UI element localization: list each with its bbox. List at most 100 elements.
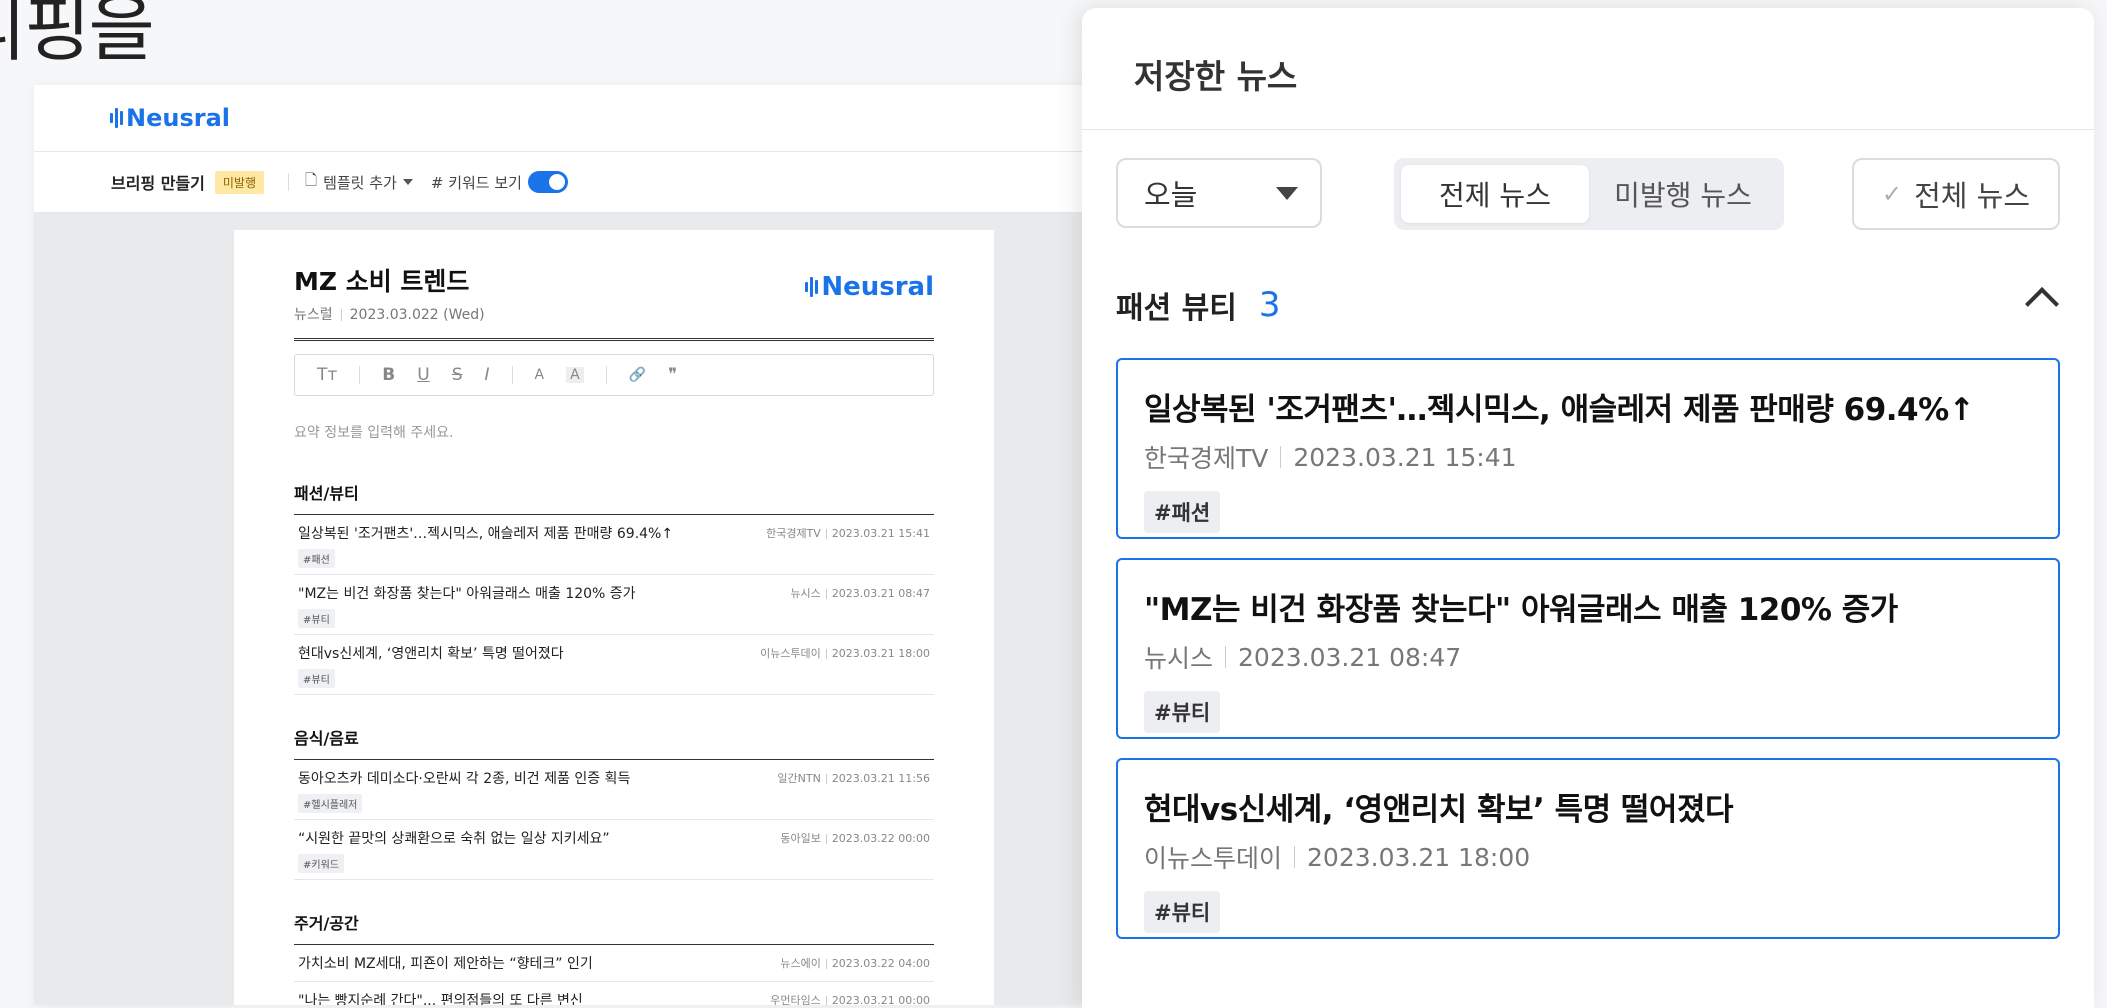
news-meta: 이뉴스투데이 2023.03.21 18:00 (760, 647, 930, 660)
panel-header: 저장한 뉴스 (1082, 8, 2094, 130)
logo-icon (805, 277, 819, 297)
news-title: 가치소비 MZ세대, 피죤이 제안하는 “향테크” 인기 (298, 956, 593, 972)
category-name: 패션 뷰티 (1116, 291, 1237, 326)
section-title-fashion: 패션/뷰티 (294, 480, 934, 515)
news-meta: 뉴스에이 2023.03.22 04:00 (780, 957, 930, 970)
news-meta: 동아일보 2023.03.22 00:00 (780, 832, 930, 845)
text-format-toolbar: Tт B U S I A A 🔗 ❞ (294, 354, 934, 396)
news-source: 뉴시스 (1144, 644, 1214, 673)
section-title-living: 주거/공간 (294, 910, 934, 945)
summary-input[interactable]: 요약 정보를 입력해 주세요. (294, 422, 934, 442)
news-title: 동아오츠카 데미소다·오란씨 각 2종, 비건 제품 인증 획득 (298, 771, 631, 787)
tag-badge: #뷰티 (298, 669, 335, 688)
quote-icon[interactable]: ❞ (668, 365, 677, 385)
select-all-label: 전체 뉴스 (1914, 179, 2031, 213)
document-header: MZ 소비 트렌드 뉴스럴 2023.03.022 (Wed) Neusral (294, 230, 934, 324)
tag-badge: #패션 (298, 549, 335, 568)
keyword-toggle[interactable] (527, 171, 568, 193)
news-source: 한국경제TV (1144, 444, 1269, 473)
chevron-down-icon (402, 179, 413, 185)
news-date: 2023.03.21 15:41 (1293, 442, 1517, 472)
select-all-news-button[interactable]: ✓ 전체 뉴스 (1852, 158, 2060, 230)
news-type-segmented-control: 전제 뉴스 미발행 뉴스 (1394, 158, 1784, 230)
strikethrough-icon[interactable]: S (452, 365, 463, 385)
news-date: 2023.03.21 18:00 (1307, 842, 1531, 872)
briefing-title: 브리핑 만들기 (111, 174, 205, 193)
tag-badge: #키워드 (298, 854, 344, 873)
news-date: 2023.03.21 08:47 (1238, 642, 1462, 672)
list-item[interactable]: "나는 빵지순례 간다"... 편의점들의 또 다른 변신 우먼타임스 2023.… (294, 982, 934, 1005)
app-logo[interactable]: Neusral (110, 104, 230, 132)
document-logo-text: Neusral (821, 272, 934, 302)
font-color-icon[interactable]: A (535, 367, 545, 383)
news-card[interactable]: "MZ는 비건 화장품 찾는다" 아워글래스 매출 120% 증가 뉴시스 202… (1116, 558, 2060, 739)
tag-badge: #헬시플레저 (298, 794, 363, 813)
app-header: Neusral (34, 85, 1144, 152)
segment-unpublished-news[interactable]: 미발행 뉴스 (1589, 165, 1777, 223)
document-title[interactable]: MZ 소비 트렌드 (294, 262, 485, 298)
filter-row: 오늘 전제 뉴스 미발행 뉴스 ✓ 전체 뉴스 (1116, 158, 2060, 230)
logo-text: Neusral (126, 104, 230, 132)
date-filter-select[interactable]: 오늘 (1116, 158, 1322, 228)
news-card-meta: 이뉴스투데이 2023.03.21 18:00 (1144, 839, 2032, 875)
segment-all-news[interactable]: 전제 뉴스 (1401, 165, 1589, 223)
document-meta: 뉴스럴 2023.03.022 (Wed) (294, 304, 485, 324)
document-icon: 🗋 (305, 170, 318, 189)
keyword-view-control: # 키워드 보기 (431, 171, 568, 193)
toolbar-divider (288, 173, 290, 191)
section-title-food: 음식/음료 (294, 725, 934, 760)
italic-icon[interactable]: I (485, 365, 490, 385)
highlight-icon[interactable]: A (566, 367, 584, 383)
news-title: "MZ는 비건 화장품 찾는다" 아워글래스 매출 120% 증가 (298, 586, 636, 602)
document-date: 2023.03.022 (Wed) (349, 307, 485, 323)
keyword-view-label: # 키워드 보기 (430, 173, 522, 192)
news-meta: 뉴시스 2023.03.21 08:47 (790, 587, 930, 600)
saved-news-panel: 저장한 뉴스 오늘 전제 뉴스 미발행 뉴스 ✓ 전체 뉴스 패션 뷰티 3 일… (1082, 8, 2094, 1008)
list-item[interactable]: “시원한 끝맛의 상쾌환으로 숙취 없는 일상 지키세요” 동아일보 2023.0… (294, 820, 934, 880)
bold-icon[interactable]: B (382, 365, 395, 385)
news-card-meta: 뉴시스 2023.03.21 08:47 (1144, 639, 2032, 675)
template-add-label: 템플릿 추가 (323, 173, 397, 192)
saved-news-list: 일상복된 '조거팬츠'…젝시믹스, 애슬레저 제품 판매량 69.4%↑ 한국경… (1116, 358, 2060, 958)
link-icon[interactable]: 🔗 (629, 367, 646, 383)
list-item[interactable]: 현대vs신세계, ‘영앤리치 확보’ 특명 떨어졌다 이뉴스투데이 2023.03… (294, 635, 934, 695)
category-count: 3 (1258, 285, 1281, 325)
briefing-toolbar: 브리핑 만들기 미발행 🗋 템플릿 추가 # 키워드 보기 (34, 152, 1144, 213)
chevron-down-icon (1276, 186, 1298, 200)
news-card-meta: 한국경제TV 2023.03.21 15:41 (1144, 439, 2032, 475)
tag-badge: #뷰티 (1144, 891, 1221, 933)
news-title: "나는 빵지순례 간다"... 편의점들의 또 다른 변신 (298, 993, 583, 1005)
list-item[interactable]: 동아오츠카 데미소다·오란씨 각 2종, 비건 제품 인증 획득 일간NTN 20… (294, 760, 934, 820)
news-card[interactable]: 현대vs신세계, ‘영앤리치 확보’ 특명 떨어졌다 이뉴스투데이 2023.03… (1116, 758, 2060, 939)
briefing-app: Neusral 브리핑 만들기 미발행 🗋 템플릿 추가 # 키워드 보기 MZ… (34, 85, 1144, 1005)
document-source: 뉴스럴 (294, 307, 333, 323)
chevron-up-icon[interactable] (2025, 287, 2059, 321)
list-item[interactable]: 가치소비 MZ세대, 피죤이 제안하는 “향테크” 인기 뉴스에이 2023.03… (294, 945, 934, 982)
status-badge: 미발행 (214, 170, 265, 194)
news-meta: 일간NTN 2023.03.21 11:56 (777, 772, 930, 785)
list-item[interactable]: "MZ는 비건 화장품 찾는다" 아워글래스 매출 120% 증가 뉴시스 202… (294, 575, 934, 635)
news-title: “시원한 끝맛의 상쾌환으로 숙취 없는 일상 지키세요” (298, 831, 610, 847)
briefing-document: MZ 소비 트렌드 뉴스럴 2023.03.022 (Wed) Neusral T… (234, 230, 994, 1005)
document-logo: Neusral (805, 272, 934, 302)
tag-badge: #뷰티 (298, 609, 335, 628)
panel-title: 저장한 뉴스 (1134, 57, 1298, 96)
logo-icon (110, 108, 123, 128)
date-filter-value: 오늘 (1144, 178, 1198, 212)
document-divider (294, 338, 934, 344)
tag-badge: #뷰티 (1144, 691, 1221, 733)
list-item[interactable]: 일상복된 '조거팬츠'…젝시믹스, 애슬레저 제품 판매량 69.4%↑ 한국경… (294, 515, 934, 575)
news-title: 일상복된 '조거팬츠'…젝시믹스, 애슬레저 제품 판매량 69.4%↑ (298, 526, 674, 542)
underline-icon[interactable]: U (417, 365, 429, 385)
check-icon: ✓ (1881, 180, 1903, 208)
news-card-title: 일상복된 '조거팬츠'…젝시믹스, 애슬레저 제품 판매량 69.4%↑ (1144, 392, 1975, 428)
news-card-title: 현대vs신세계, ‘영앤리치 확보’ 특명 떨어졌다 (1144, 792, 1734, 828)
news-meta: 한국경제TV 2023.03.21 15:41 (766, 527, 930, 540)
template-add-button[interactable]: 🗋 템플릿 추가 (305, 170, 413, 195)
news-meta: 우먼타임스 2023.03.21 00:00 (770, 994, 930, 1005)
category-header[interactable]: 패션 뷰티 3 (1116, 280, 2060, 330)
news-card[interactable]: 일상복된 '조거팬츠'…젝시믹스, 애슬레저 제품 판매량 69.4%↑ 한국경… (1116, 358, 2060, 539)
news-title: 현대vs신세계, ‘영앤리치 확보’ 특명 떨어졌다 (298, 646, 564, 662)
text-size-icon[interactable]: Tт (317, 365, 337, 385)
news-source: 이뉴스투데이 (1144, 844, 1283, 873)
